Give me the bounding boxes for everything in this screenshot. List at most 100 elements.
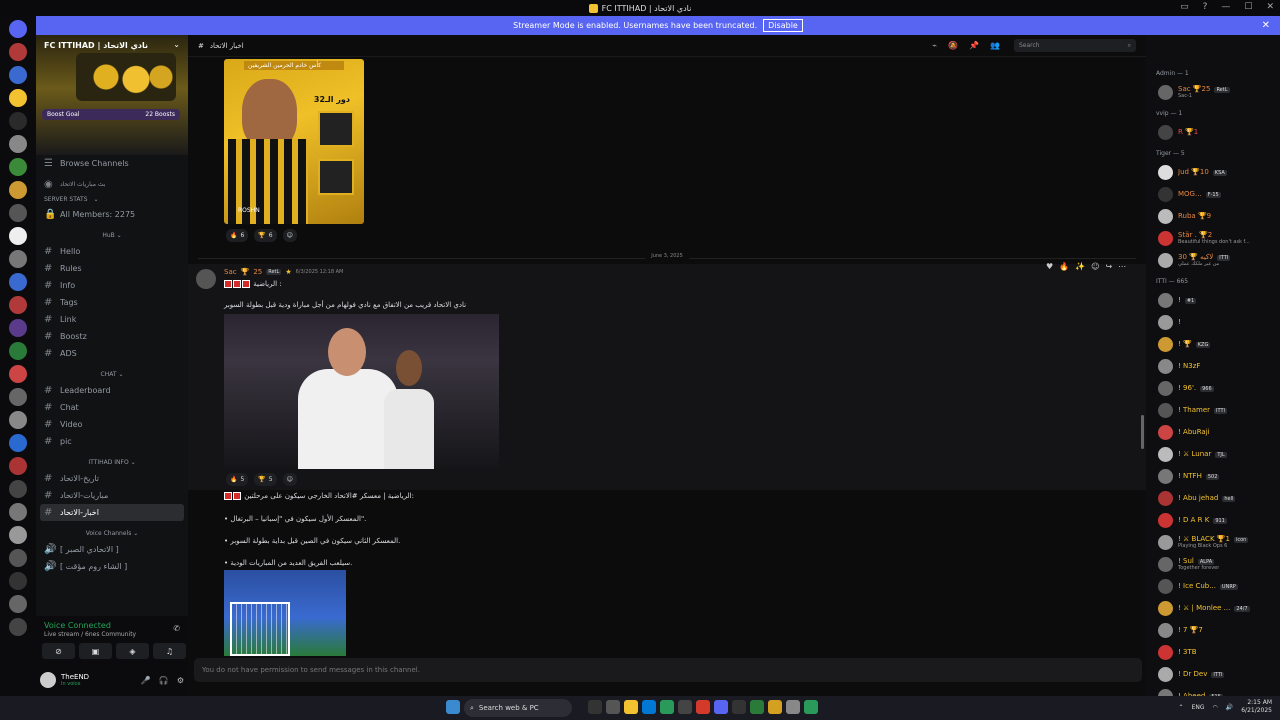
training-photo-image[interactable] (224, 570, 346, 656)
channel-item[interactable]: # Tags (36, 294, 188, 311)
member-item[interactable]: ! #1 (1146, 289, 1280, 311)
channel-item[interactable]: # تاريخ-الاتحاد (36, 470, 188, 487)
channel-item[interactable]: 🔊[ الشاء روم مؤقت ] (36, 558, 188, 575)
browse-channels[interactable]: ☰ Browse Channels (36, 155, 188, 172)
message-input[interactable]: You do not have permission to send messa… (194, 658, 1142, 682)
avatar[interactable] (1158, 84, 1173, 100)
user-panel[interactable]: TheEND In voice 🎤 🎧 ⚙ (40, 668, 184, 692)
member-item[interactable]: MOG... F-15 (1146, 183, 1280, 205)
fire-react-icon[interactable]: 🔥 (1059, 262, 1069, 271)
chevron-down-icon[interactable]: ⌄ (173, 40, 180, 49)
member-item[interactable]: Sac 🏆25 RetL Sac-1 (1146, 81, 1280, 103)
server-icon[interactable] (9, 89, 27, 107)
server-icon[interactable] (9, 250, 27, 268)
server-icon[interactable] (9, 526, 27, 544)
server-icon[interactable] (9, 618, 27, 636)
avatar[interactable] (1158, 512, 1173, 528)
search-input[interactable]: Search ⌕ (1014, 39, 1136, 52)
pin-icon[interactable]: 📌 (969, 41, 979, 50)
member-item[interactable]: ! ⚔ | Monlee ... 24/7 (1146, 597, 1280, 619)
member-item[interactable]: ! ⚔ BLACK 🏆1 icon Playing Black Ops 6 (1146, 531, 1280, 553)
avatar[interactable] (1158, 230, 1173, 246)
avatar[interactable] (1158, 600, 1173, 616)
app-icon[interactable] (732, 700, 746, 714)
avatar[interactable] (196, 269, 216, 289)
inbox-icon[interactable]: ▭ (1180, 2, 1189, 12)
app-icon[interactable] (696, 700, 710, 714)
app-icon[interactable] (786, 700, 800, 714)
avatar[interactable] (40, 672, 56, 688)
server-icon[interactable] (9, 296, 27, 314)
app-icon[interactable] (678, 700, 692, 714)
member-item[interactable]: ! Dr Dev ITTI (1146, 663, 1280, 685)
server-icon[interactable] (9, 158, 27, 176)
mic-icon[interactable]: 🎤 (141, 676, 151, 685)
channel-item[interactable]: # Info (36, 277, 188, 294)
member-item[interactable]: ! 🏆 KZG (1146, 333, 1280, 355)
mute-icon[interactable]: 🔕 (948, 41, 958, 50)
channel-item[interactable]: # pic (36, 433, 188, 450)
server-icon[interactable] (9, 503, 27, 521)
server-icon[interactable] (9, 112, 27, 130)
member-item[interactable]: ! Ice Cub... UNRP (1146, 575, 1280, 597)
start-icon[interactable] (446, 700, 460, 714)
server-icon[interactable] (9, 572, 27, 590)
avatar[interactable] (1158, 644, 1173, 660)
member-item[interactable]: ! Thamer ITTI (1146, 399, 1280, 421)
voice-connected-label[interactable]: Voice Connected (44, 621, 111, 630)
category-header[interactable]: Voice Channels ⌄ (36, 527, 188, 541)
member-list-icon[interactable]: 👥 (990, 41, 1000, 50)
server-icon[interactable] (9, 549, 27, 567)
server-icon[interactable] (9, 181, 27, 199)
app-icon[interactable] (606, 700, 620, 714)
add-reaction-icon[interactable]: ☺ (282, 229, 297, 242)
member-item[interactable]: ! N3zF (1146, 355, 1280, 377)
app-icon[interactable] (624, 700, 638, 714)
boost-goal-bar[interactable]: Boost Goal 22 Boosts (42, 109, 180, 120)
member-item[interactable]: Jud 🏆10 KSA (1146, 161, 1280, 183)
avatar[interactable] (1158, 380, 1173, 396)
avatar[interactable] (1158, 578, 1173, 594)
minimize-button[interactable]: — (1221, 2, 1230, 12)
reaction-button[interactable]: 🏆 5 (254, 473, 277, 486)
server-icon[interactable] (9, 411, 27, 429)
kings-cup-poster-image[interactable]: كأس خادم الحرمين الشريفين دور الـ32 ROSH… (224, 59, 364, 224)
avatar[interactable] (1158, 534, 1173, 550)
server-icon[interactable] (9, 342, 27, 360)
reaction-button[interactable]: 🔥 5 (226, 473, 249, 486)
sparkle-react-icon[interactable]: ✨ (1075, 262, 1085, 271)
member-item[interactable]: ! Sul ALPA Together forever (1146, 553, 1280, 575)
server-icon[interactable] (9, 227, 27, 245)
clock[interactable]: 2:15 AM 6/21/2025 (1241, 699, 1272, 715)
member-item[interactable]: ! 3TB (1146, 641, 1280, 663)
screen-share-button[interactable]: ▣ (79, 643, 112, 659)
server-icon[interactable] (9, 204, 27, 222)
avatar[interactable] (1158, 490, 1173, 506)
chevron-up-icon[interactable]: ⌃ (1179, 704, 1184, 711)
disconnect-icon[interactable]: ✆ (173, 624, 180, 633)
category-header[interactable]: ITTIHAD INFO ⌄ (36, 456, 188, 470)
close-banner-icon[interactable]: ✕ (1262, 20, 1270, 31)
more-icon[interactable]: ⋯ (1118, 262, 1126, 271)
avatar[interactable] (1158, 186, 1173, 202)
help-icon[interactable]: ? (1203, 2, 1208, 12)
message-author[interactable]: Sac 🏆 25 RetL ★ 6/3/2025 12:18 AM (224, 268, 343, 276)
server-icon[interactable] (9, 20, 27, 38)
channel-item[interactable]: # Leaderboard (36, 382, 188, 399)
server-icon[interactable] (9, 388, 27, 406)
fulham-photo-image[interactable] (224, 314, 499, 469)
member-item[interactable]: ! (1146, 311, 1280, 333)
add-reaction-icon[interactable]: ☺ (282, 473, 297, 486)
app-icon[interactable] (750, 700, 764, 714)
member-item[interactable]: ! Abu jehad hell (1146, 487, 1280, 509)
forward-icon[interactable]: ↪ (1105, 262, 1112, 271)
server-icon[interactable] (9, 434, 27, 452)
avatar[interactable] (1158, 424, 1173, 440)
member-item[interactable]: ! AbuRaji (1146, 421, 1280, 443)
add-reaction-icon[interactable]: ☺ (1091, 262, 1099, 271)
avatar[interactable] (1158, 314, 1173, 330)
member-item[interactable]: ! D A R K 911 (1146, 509, 1280, 531)
channel-live-matches[interactable]: ◉ بث مباريات الاتحاد (36, 176, 188, 193)
avatar[interactable] (1158, 688, 1173, 696)
reaction-button[interactable]: 🔥 6 (226, 229, 249, 242)
